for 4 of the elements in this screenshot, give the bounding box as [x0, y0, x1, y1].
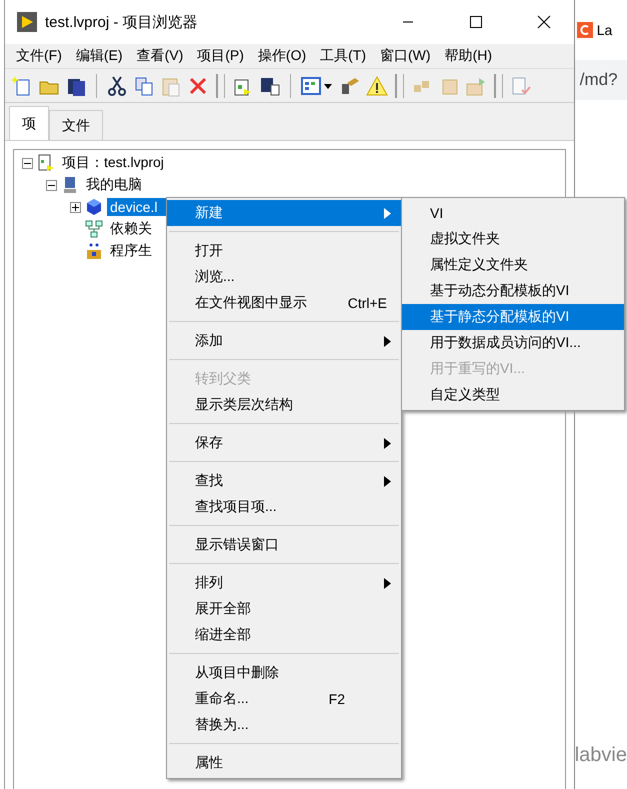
page-text: labvie: [574, 744, 627, 767]
address-bar: /md?: [574, 60, 627, 100]
window-title: test.lvproj - 项目浏览器: [45, 12, 199, 32]
browser-tab-title: La: [596, 22, 612, 38]
